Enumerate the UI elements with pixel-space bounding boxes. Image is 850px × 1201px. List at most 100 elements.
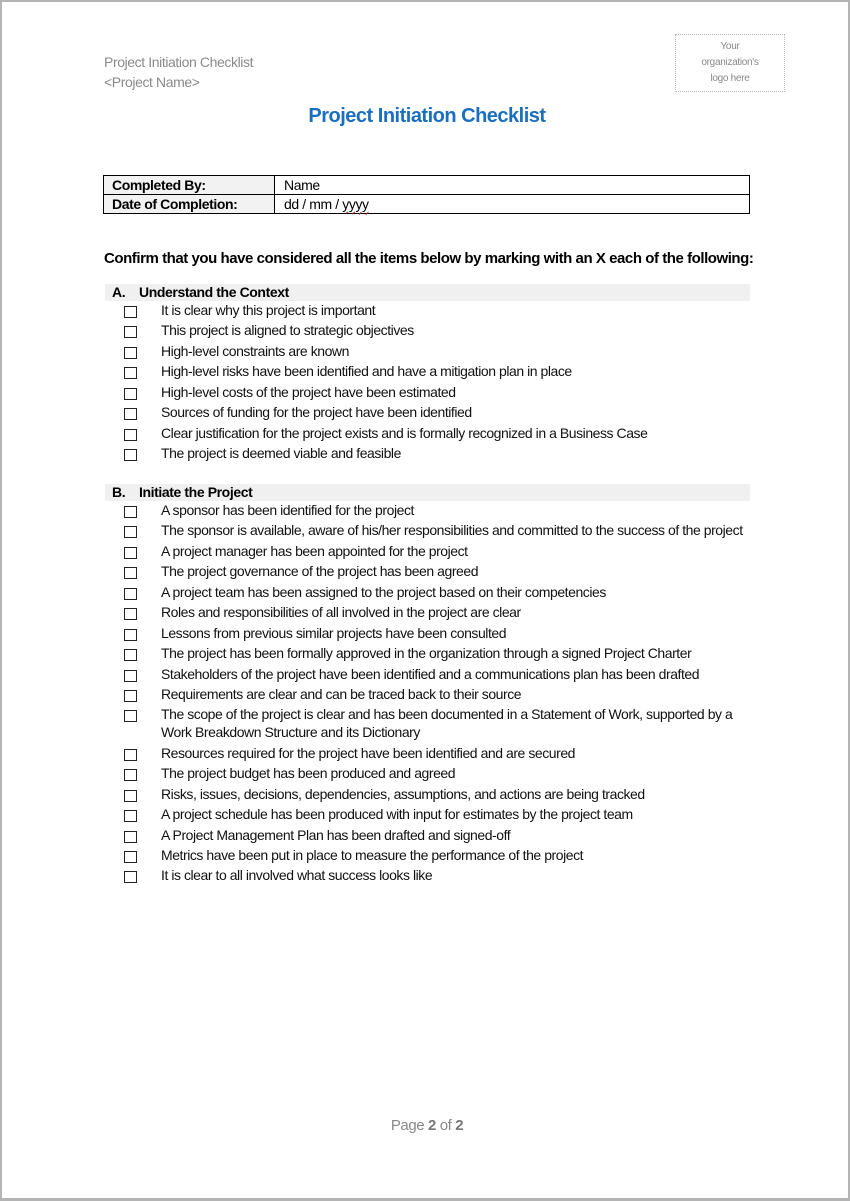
checklist-item: Clear justification for the project exis… xyxy=(105,424,750,442)
section-title: Initiate the Project xyxy=(139,484,253,500)
checklist-item: Roles and responsibilities of all involv… xyxy=(105,603,750,621)
checkbox[interactable] xyxy=(124,546,137,559)
checklist-item: A project schedule has been produced wit… xyxy=(105,805,750,823)
checklist-item: Sources of funding for the project have … xyxy=(105,403,750,421)
section-title: Understand the Context xyxy=(139,284,289,300)
checklist-item: Metrics have been put in place to measur… xyxy=(105,846,750,864)
page-label: Page xyxy=(390,1117,429,1134)
checklist-item: A sponsor has been identified for the pr… xyxy=(105,501,750,519)
section-letter: B. xyxy=(112,484,126,500)
completed-by-field[interactable]: Name xyxy=(274,175,750,195)
completed-by-row: Completed By: Name xyxy=(103,175,750,195)
checkbox[interactable] xyxy=(124,789,137,802)
checklist-item: A project team has been assigned to the … xyxy=(105,583,750,601)
checklist-item-text: Risks, issues, decisions, dependencies, … xyxy=(161,785,645,802)
checklist-item-text: Requirements are clear and can be traced… xyxy=(161,685,522,702)
checkbox[interactable] xyxy=(124,649,137,662)
checklist-item: This project is aligned to strategic obj… xyxy=(105,321,750,339)
spellcheck-flagged-word: yyyy xyxy=(342,196,369,212)
document-page: Project Initiation Checklist <Project Na… xyxy=(0,0,850,1201)
header-doc-name: Project Initiation Checklist xyxy=(104,54,254,70)
page-header: Project Initiation Checklist <Project Na… xyxy=(104,52,253,92)
checklist-item-text: Clear justification for the project exis… xyxy=(161,424,648,441)
checkbox[interactable] xyxy=(124,748,137,761)
checkbox[interactable] xyxy=(124,710,137,723)
checklist-item-text: Resources required for the project have … xyxy=(161,744,575,761)
checklist-item: It is clear why this project is importan… xyxy=(105,301,750,319)
logo-line: Your xyxy=(720,41,740,52)
checklist-item-text: A sponsor has been identified for the pr… xyxy=(161,502,414,518)
checklist-item-text: Lessons from previous similar projects h… xyxy=(161,624,507,641)
checklist-item: The project is deemed viable and feasibl… xyxy=(105,444,750,462)
checkbox[interactable] xyxy=(124,689,137,702)
checklist-item-text: The project budget has been produced and… xyxy=(161,765,456,782)
section-heading: A. Understand the Context xyxy=(105,284,750,301)
checklist-item: It is clear to all involved what success… xyxy=(105,866,750,884)
checklist-item-text: The sponsor is available, aware of his/h… xyxy=(161,522,743,539)
checklist-item-text: The project is deemed viable and feasibl… xyxy=(161,445,401,462)
checklist-item-text: It is clear why this project is importan… xyxy=(161,302,376,318)
logo-line: logo here xyxy=(710,73,750,84)
total-pages-number: 2 xyxy=(455,1117,464,1134)
checkbox[interactable] xyxy=(124,769,137,782)
checkbox[interactable] xyxy=(124,326,137,339)
section-letter: A. xyxy=(112,284,126,300)
checkbox[interactable] xyxy=(124,567,137,580)
checklist-item: The project has been formally approved i… xyxy=(105,644,750,662)
checklist-item-text: Stakeholders of the project have been id… xyxy=(161,665,700,682)
checkbox[interactable] xyxy=(124,387,137,400)
section-initiate-project: B. Initiate the Project A sponsor has bee… xyxy=(105,484,750,887)
checkbox[interactable] xyxy=(124,449,137,462)
checklist-item-text: Sources of funding for the project have … xyxy=(161,404,472,421)
checklist-item-text: A project schedule has been produced wit… xyxy=(161,806,633,823)
checklist-item: The project budget has been produced and… xyxy=(105,764,750,782)
checkbox[interactable] xyxy=(124,408,137,421)
checklist-item: Risks, issues, decisions, dependencies, … xyxy=(105,785,750,803)
logo-line: organization's xyxy=(701,57,759,68)
checklist-item-text: The project has been formally approved i… xyxy=(161,645,692,662)
checkbox[interactable] xyxy=(124,306,137,318)
checklist-item-text: A project team has been assigned to the … xyxy=(161,583,606,600)
checkbox[interactable] xyxy=(124,830,137,843)
checkbox[interactable] xyxy=(124,587,137,600)
logo-placeholder: Your organization's logo here xyxy=(675,34,785,92)
checklist-item-text: The project governance of the project ha… xyxy=(161,563,479,580)
checklist-item: Lessons from previous similar projects h… xyxy=(105,624,750,642)
checklist-item: A Project Management Plan has been draft… xyxy=(105,826,750,844)
checkbox[interactable] xyxy=(124,669,137,682)
checklist-item-text: A Project Management Plan has been draft… xyxy=(161,826,511,843)
checklist-item: Resources required for the project have … xyxy=(105,744,750,762)
checklist: It is clear why this project is importan… xyxy=(105,301,750,462)
checklist-item: A project manager has been appointed for… xyxy=(105,542,750,560)
completion-info-table: Completed By: Name Date of Completion: d… xyxy=(103,175,750,214)
checkbox[interactable] xyxy=(124,810,137,823)
checklist: A sponsor has been identified for the pr… xyxy=(105,501,750,884)
checklist-item-text: This project is aligned to strategic obj… xyxy=(161,322,414,339)
checkbox[interactable] xyxy=(124,608,137,621)
header-project-name: <Project Name> xyxy=(104,74,200,90)
date-format-prefix: dd / mm / xyxy=(284,196,343,212)
checklist-item: Stakeholders of the project have been id… xyxy=(105,665,750,683)
date-of-completion-field[interactable]: dd / mm / yyyy xyxy=(274,194,750,214)
current-page-number: 2 xyxy=(428,1117,436,1134)
date-of-completion-row: Date of Completion: dd / mm / yyyy xyxy=(103,194,750,214)
checkbox[interactable] xyxy=(124,506,137,518)
checklist-item-text: High-level risks have been identified an… xyxy=(161,363,572,380)
checkbox[interactable] xyxy=(124,871,137,884)
date-of-completion-label: Date of Completion: xyxy=(103,194,275,214)
completed-by-label: Completed By: xyxy=(103,175,275,195)
instruction-text: Confirm that you have considered all the… xyxy=(104,250,754,267)
section-heading: B. Initiate the Project xyxy=(105,484,750,501)
checklist-item-text: Roles and responsibilities of all involv… xyxy=(161,604,521,621)
checkbox[interactable] xyxy=(124,526,137,539)
checklist-item: High-level risks have been identified an… xyxy=(105,362,750,380)
checkbox[interactable] xyxy=(124,346,137,359)
page-footer: Page 2 of 2 xyxy=(2,1117,850,1134)
checkbox[interactable] xyxy=(124,367,137,380)
page-of-label: of xyxy=(435,1117,456,1134)
checklist-item-text: High-level constraints are known xyxy=(161,342,349,359)
checkbox[interactable] xyxy=(124,428,137,441)
checkbox[interactable] xyxy=(124,628,137,641)
checklist-item-text: A project manager has been appointed for… xyxy=(161,542,468,559)
checkbox[interactable] xyxy=(124,851,137,863)
